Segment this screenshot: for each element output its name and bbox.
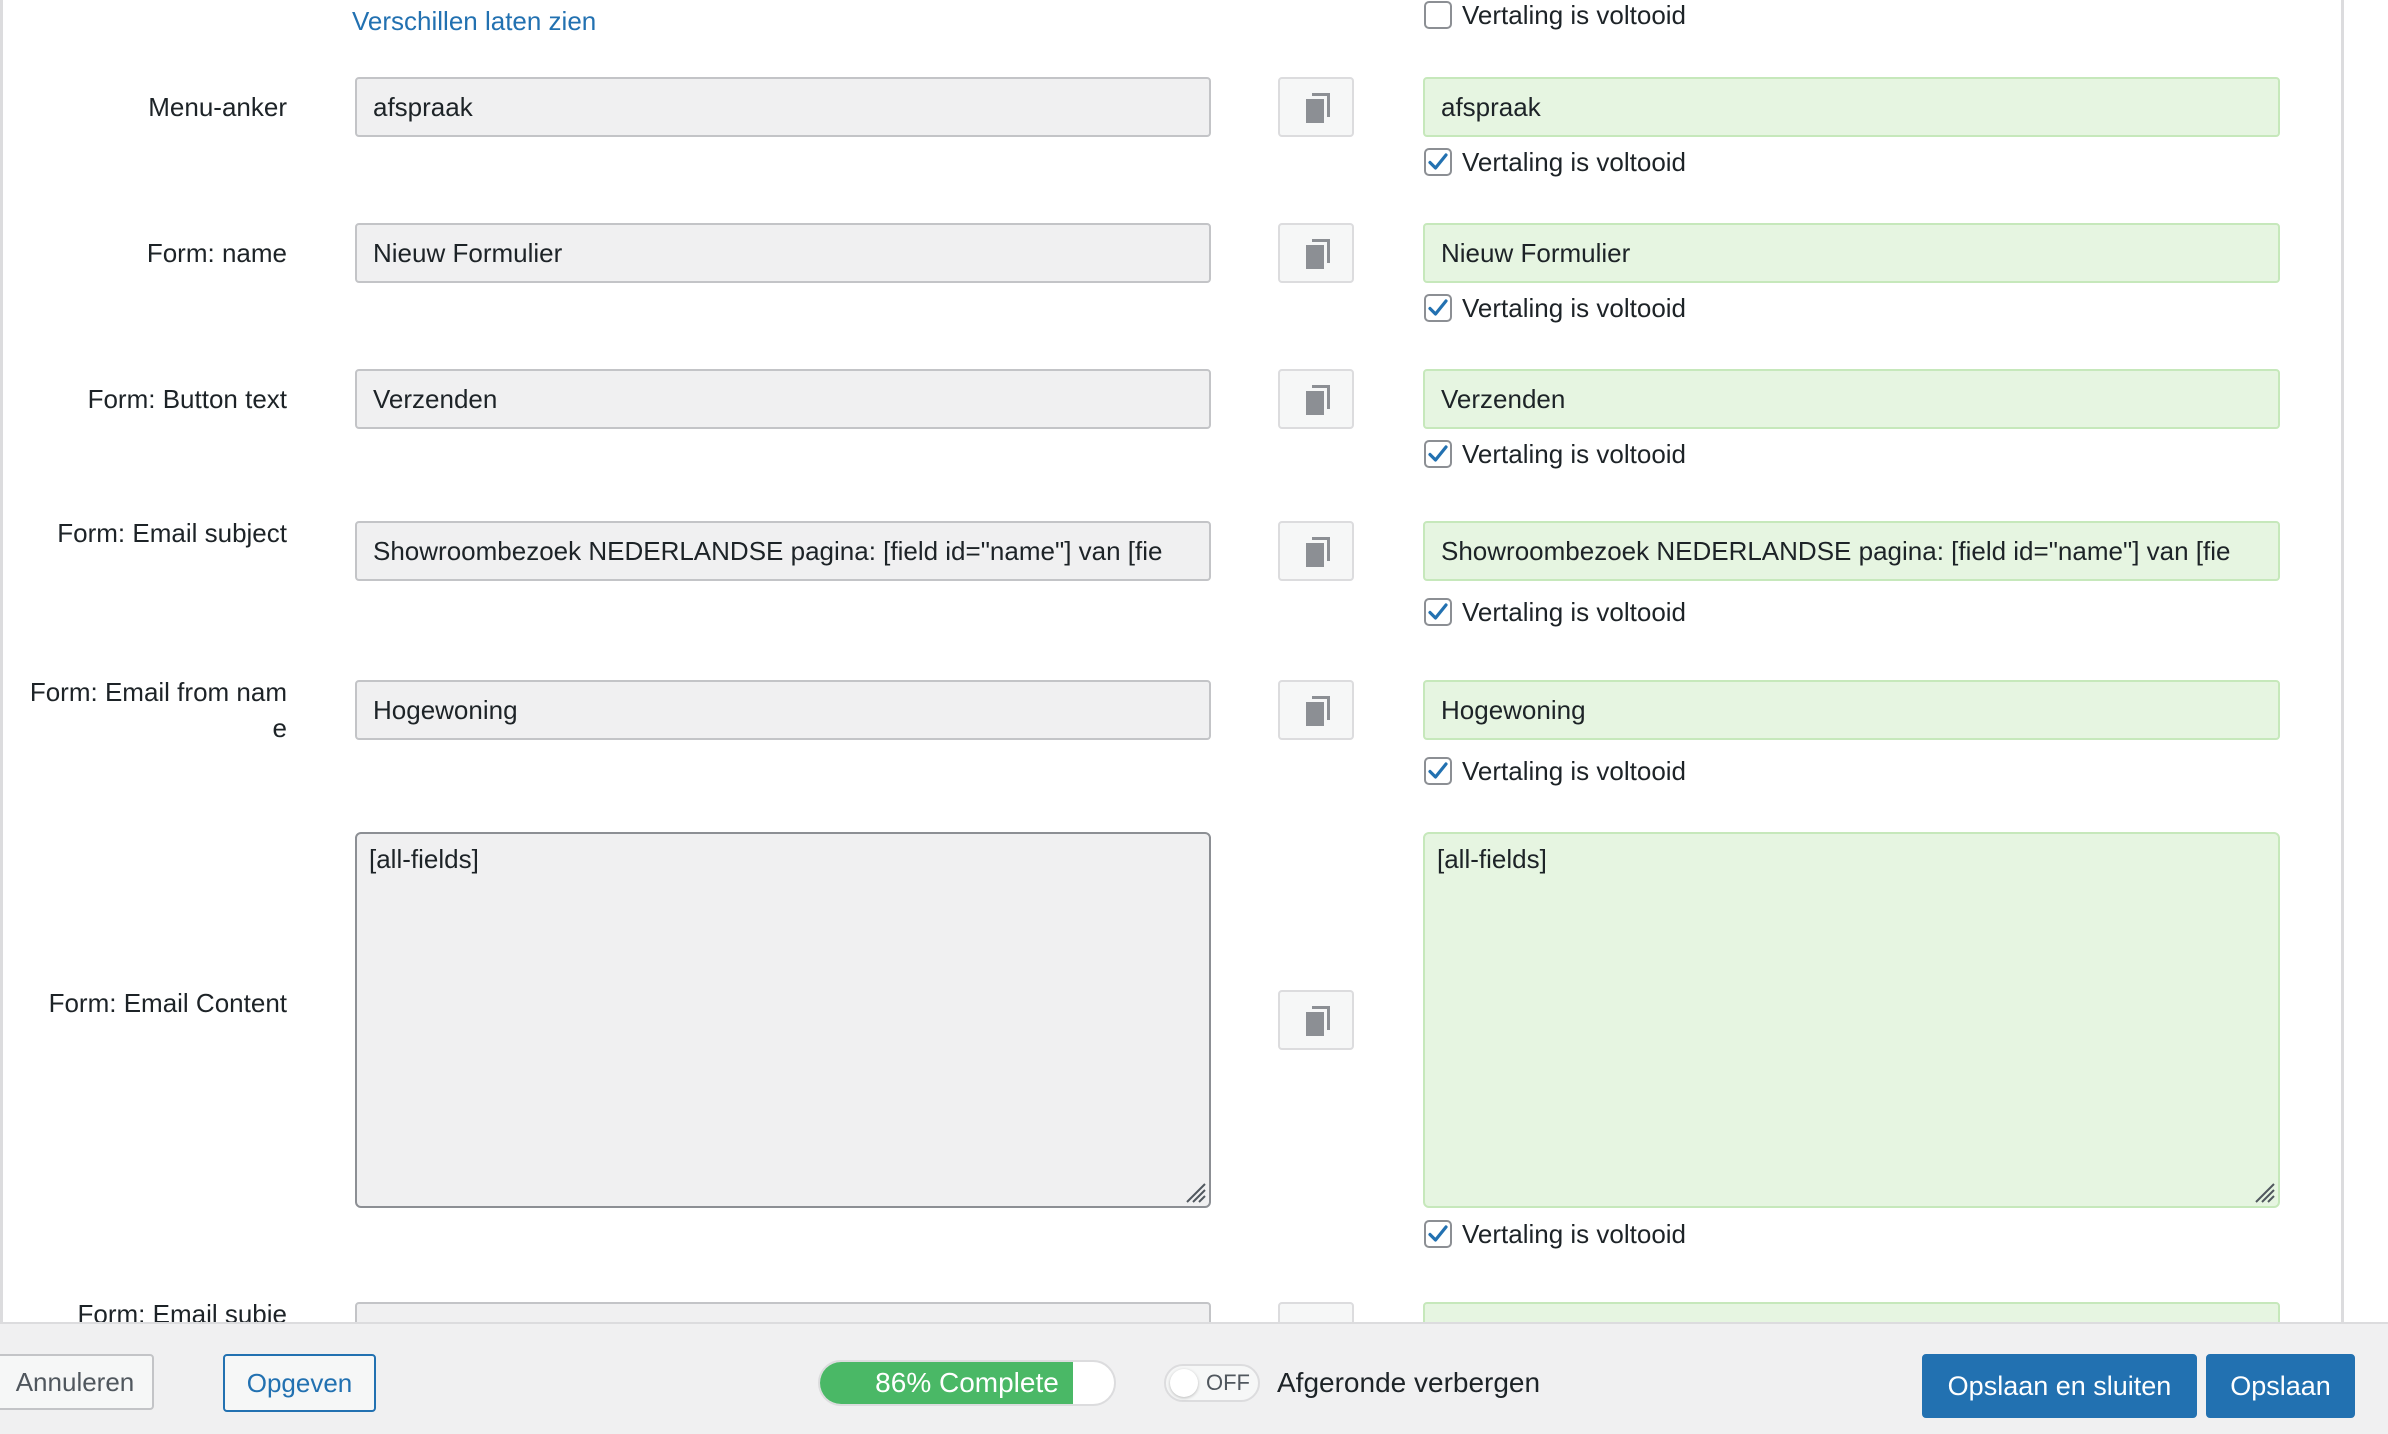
- translation-textarea-text: [all-fields]: [1437, 844, 1547, 874]
- translation-complete-label: Vertaling is voltooid: [1462, 146, 1687, 177]
- translation-complete-toggle[interactable]: Vertaling is voltooid: [1424, 145, 1686, 179]
- translation-complete-checkbox[interactable]: [1424, 148, 1452, 176]
- copy-icon: [1306, 696, 1330, 726]
- copy-icon: [1306, 1006, 1330, 1036]
- source-text-field: Verzenden: [355, 369, 1211, 429]
- field-label: Form: Button text: [87, 384, 287, 414]
- translation-complete-toggle[interactable]: Vertaling is voltooid: [1424, 1217, 1686, 1251]
- field-label: Form: Email subje: [77, 1299, 288, 1322]
- check-icon: [1428, 299, 1448, 316]
- check-icon: [1428, 153, 1448, 170]
- field-label: Form: Email Content: [48, 988, 287, 1018]
- copy-icon: [1306, 385, 1330, 415]
- progress-text: 86% Complete: [875, 1367, 1059, 1398]
- translation-complete-toggle[interactable]: Vertaling is voltooid: [1424, 754, 1686, 788]
- translation-input[interactable]: Showroombezoek NEDERLANDSE pagina: [fiel…: [1423, 521, 2280, 581]
- source-text-field: Showroombezoek NEDERLANDSE pagina: [fiel…: [355, 521, 1211, 581]
- translation-complete-checkbox[interactable]: [1424, 440, 1452, 468]
- copy-source-button[interactable]: [1278, 990, 1354, 1050]
- hide-completed-label: Afgeronde verbergen: [1277, 1367, 1541, 1398]
- editor-footer: Annuleren Opgeven 86% Complete OFF Afger…: [0, 1322, 2388, 1434]
- translation-complete-checkbox[interactable]: [1424, 598, 1452, 626]
- copy-icon: [1306, 239, 1330, 269]
- translation-complete-checkbox[interactable]: [1424, 1, 1452, 29]
- translation-complete-checkbox[interactable]: [1424, 757, 1452, 785]
- field-label: Form: Email subject: [57, 518, 287, 548]
- toggle-knob: [1170, 1369, 1198, 1397]
- translation-complete-checkbox[interactable]: [1424, 294, 1452, 322]
- source-text-field: Nieuw Formulier: [355, 223, 1211, 283]
- check-icon: [1428, 445, 1448, 462]
- resize-handle-icon[interactable]: [1181, 1178, 1207, 1204]
- translation-input[interactable]: Nieuw Formulier: [1423, 223, 2280, 283]
- field-label: Form: name: [146, 238, 287, 268]
- check-icon: [1428, 762, 1448, 779]
- check-icon: [1428, 1225, 1448, 1242]
- save-button[interactable]: Opslaan: [2206, 1354, 2355, 1418]
- translation-complete-toggle[interactable]: Vertaling is voltooid: [1424, 0, 1686, 32]
- copy-source-button[interactable]: [1278, 521, 1354, 581]
- copy-icon: [1306, 537, 1330, 567]
- translation-complete-label: Vertaling is voltooid: [1462, 438, 1687, 469]
- panel-border-right: [2341, 0, 2344, 1322]
- toggle-state: OFF: [1206, 1370, 1250, 1395]
- copy-source-button[interactable]: [1278, 77, 1354, 137]
- cancel-button[interactable]: Annuleren: [0, 1354, 154, 1410]
- translation-complete-toggle[interactable]: Vertaling is voltooid: [1424, 595, 1686, 629]
- panel-border-left: [0, 0, 3, 1322]
- copy-source-button[interactable]: [1278, 369, 1354, 429]
- translation-textarea[interactable]: [all-fields]: [1423, 832, 2280, 1208]
- translation-complete-label: Vertaling is voltooid: [1462, 596, 1687, 627]
- resize-handle-icon[interactable]: [2250, 1178, 2276, 1204]
- source-text-field: [355, 1302, 1211, 1322]
- translation-complete-toggle[interactable]: Vertaling is voltooid: [1424, 437, 1686, 471]
- translation-input[interactable]: afspraak: [1423, 77, 2280, 137]
- source-textarea: [all-fields]: [355, 832, 1211, 1208]
- copy-source-button[interactable]: [1278, 680, 1354, 740]
- translation-input[interactable]: Hogewoning: [1423, 680, 2280, 740]
- translation-editor: Verschillen laten zien Vertaling is volt…: [0, 0, 2388, 1322]
- source-text-field: Hogewoning: [355, 680, 1211, 740]
- hide-completed-toggle[interactable]: OFF: [1164, 1364, 1260, 1402]
- check-icon: [1428, 603, 1448, 620]
- field-label: Form: Email from name: [29, 677, 287, 743]
- translation-complete-label: Vertaling is voltooid: [1462, 292, 1687, 323]
- copy-source-button[interactable]: [1278, 1302, 1354, 1322]
- translation-input[interactable]: Verzenden: [1423, 369, 2280, 429]
- translation-complete-checkbox[interactable]: [1424, 1220, 1452, 1248]
- translation-complete-label: Vertaling is voltooid: [1462, 0, 1687, 30]
- translation-progress-bar: 86% Complete: [818, 1360, 1116, 1406]
- copy-source-button[interactable]: [1278, 223, 1354, 283]
- source-text-field: afspraak: [355, 77, 1211, 137]
- translation-complete-label: Vertaling is voltooid: [1462, 755, 1687, 786]
- copy-icon: [1306, 93, 1330, 123]
- translation-complete-label: Vertaling is voltooid: [1462, 1218, 1687, 1249]
- translation-input[interactable]: [1423, 1302, 2280, 1322]
- save-and-close-button[interactable]: Opslaan en sluiten: [1922, 1354, 2197, 1418]
- field-label: Menu-anker: [148, 92, 287, 122]
- show-differences-link[interactable]: Verschillen laten zien: [352, 6, 596, 37]
- translation-complete-toggle[interactable]: Vertaling is voltooid: [1424, 291, 1686, 325]
- source-textarea-text: [all-fields]: [369, 844, 479, 874]
- give-up-button[interactable]: Opgeven: [223, 1354, 376, 1412]
